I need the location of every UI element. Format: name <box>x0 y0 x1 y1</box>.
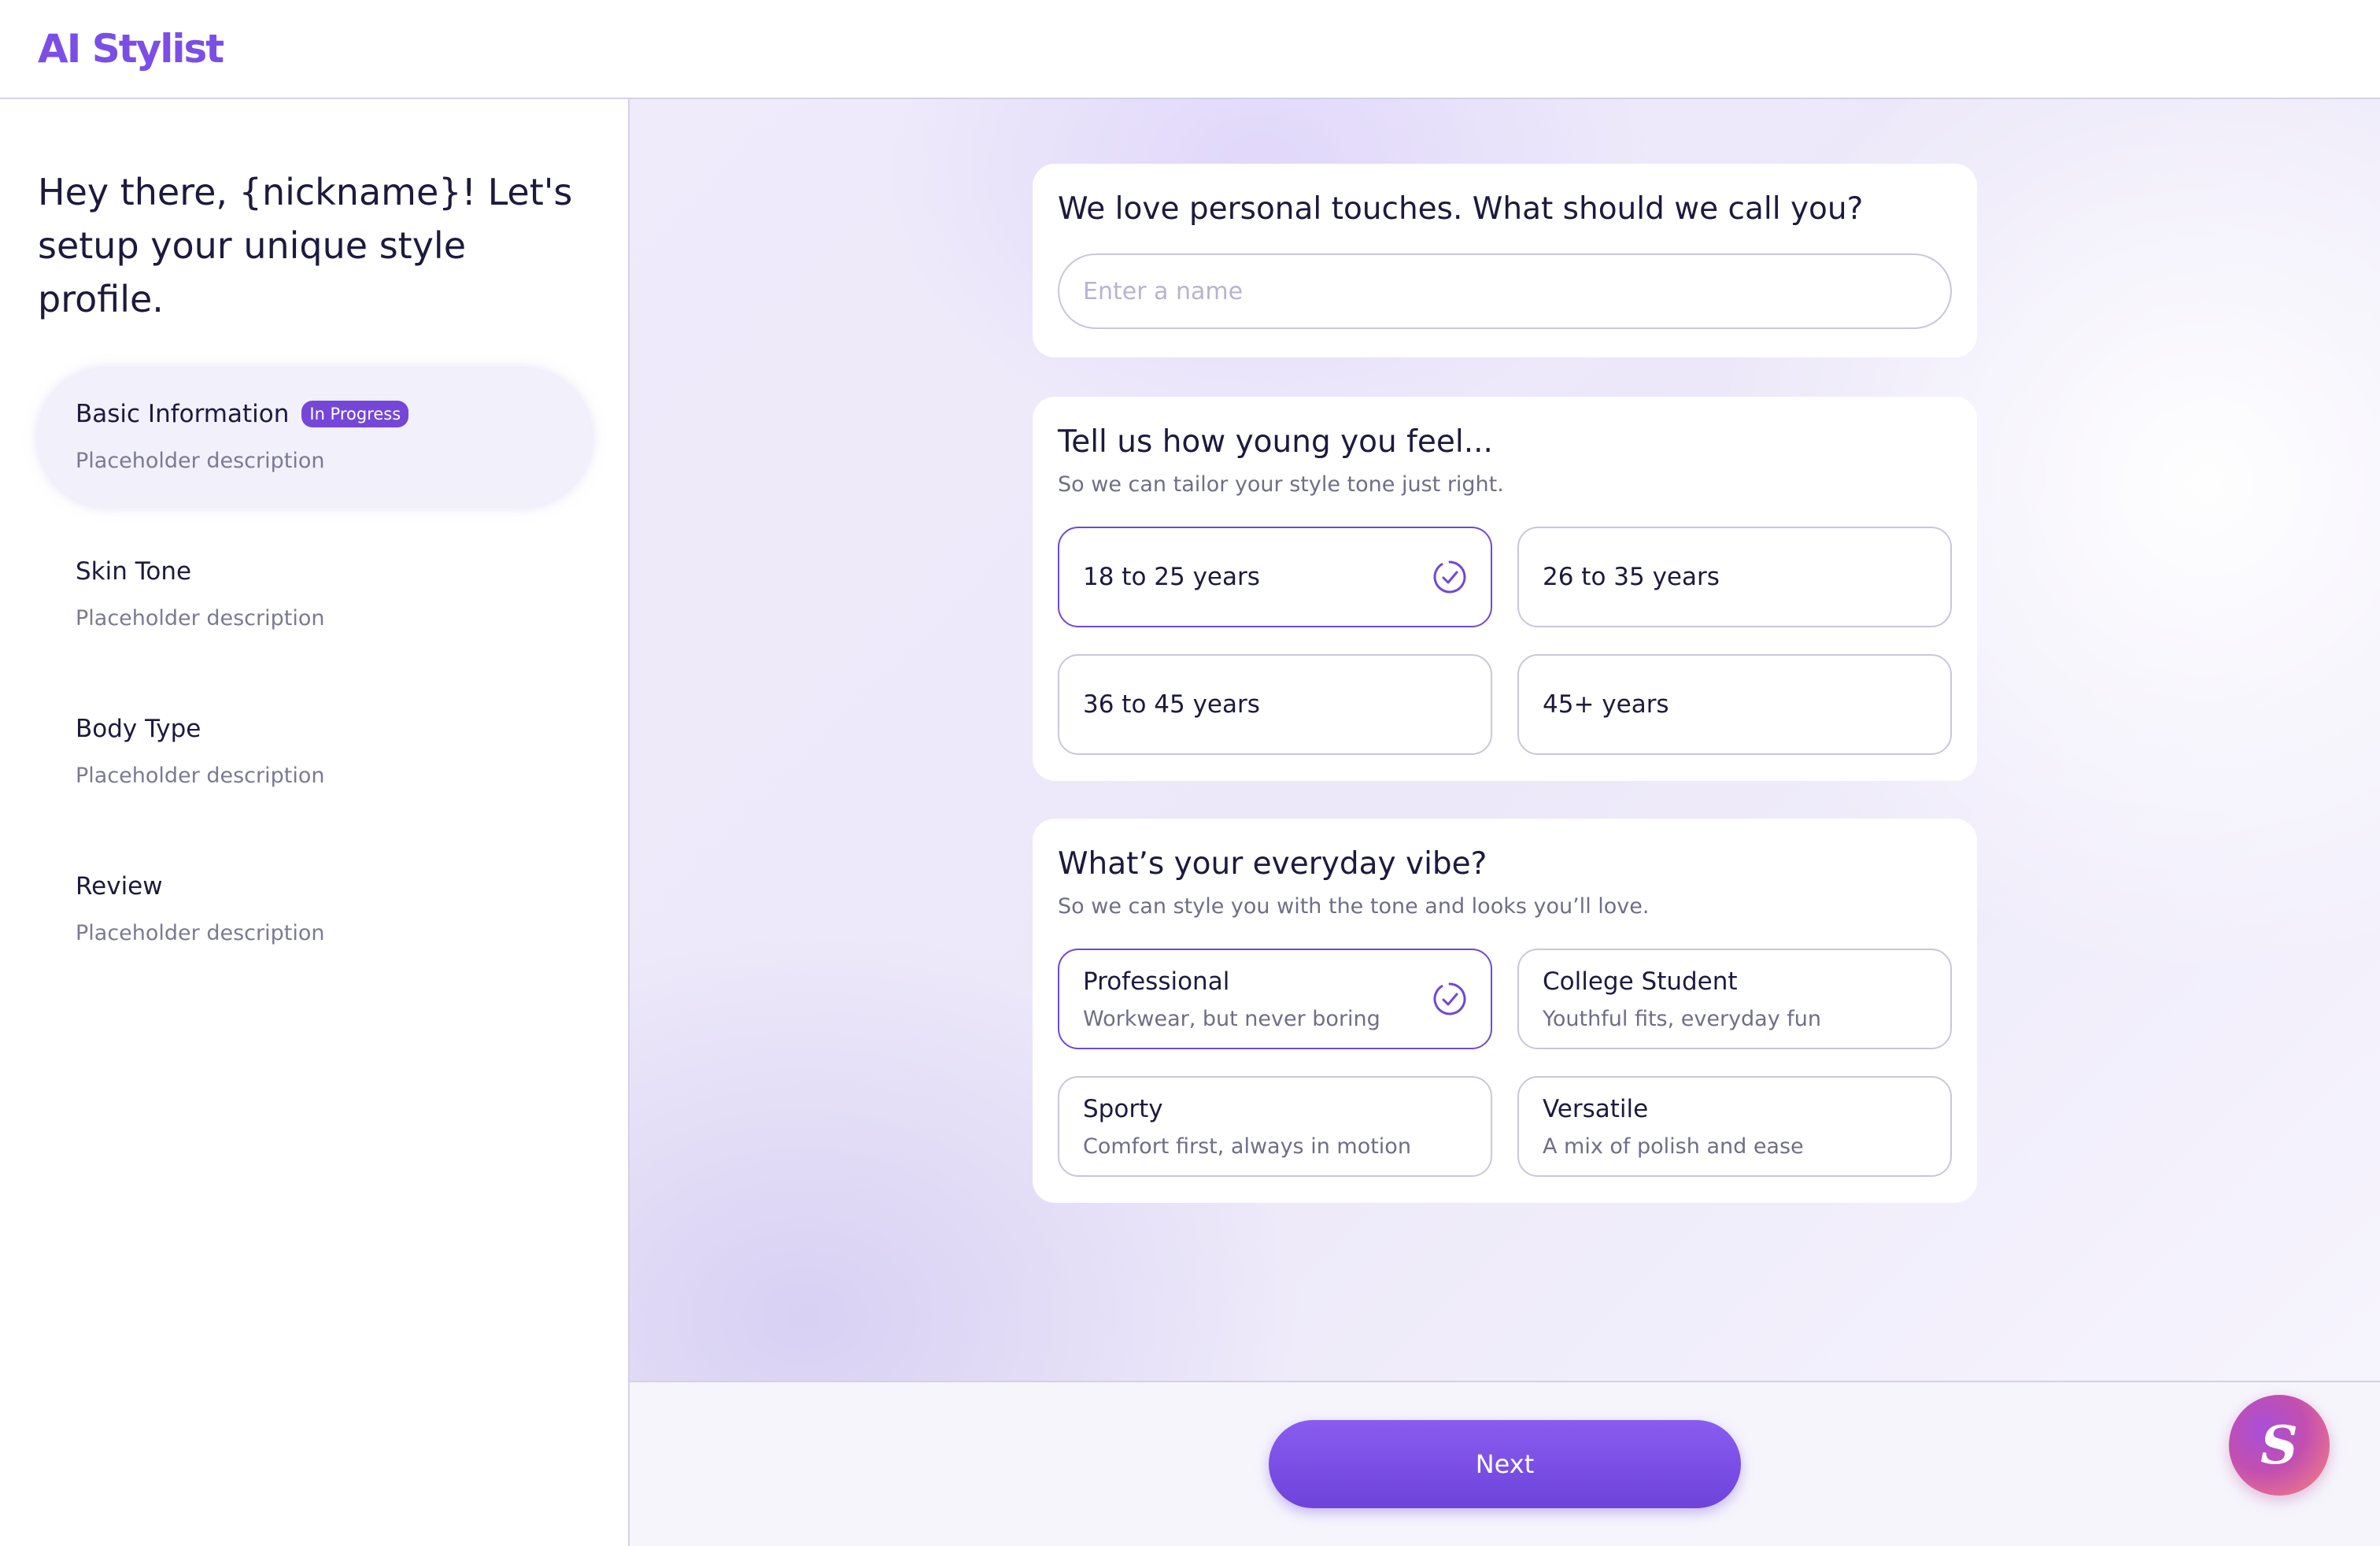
option-label: 18 to 25 years <box>1083 563 1260 591</box>
step-description: Placeholder description <box>76 921 325 945</box>
age-options: 18 to 25 years 26 to 35 years 36 to 45 y… <box>1058 527 1952 755</box>
name-input[interactable] <box>1058 253 1952 329</box>
assistant-icon[interactable]: S <box>2229 1395 2330 1496</box>
status-badge: In Progress <box>301 401 409 427</box>
step-review[interactable]: Review Placeholder description <box>38 841 592 979</box>
step-title-row: Review <box>76 872 592 901</box>
age-option-18-25[interactable]: 18 to 25 years <box>1058 527 1492 627</box>
vibe-options: Professional Workwear, but never boring … <box>1058 949 1952 1177</box>
option-label: 26 to 35 years <box>1543 563 1720 591</box>
vibe-option-versatile[interactable]: Versatile A mix of polish and ease <box>1517 1076 1952 1177</box>
vibe-option-sporty[interactable]: Sporty Comfort first, always in motion <box>1058 1076 1492 1177</box>
step-body-type[interactable]: Body Type Placeholder description <box>38 683 592 822</box>
sidebar: Hey there, {nickname}! Let's setup your … <box>0 99 630 1546</box>
option-label: College Student <box>1543 967 1738 996</box>
footer-bar: Next S <box>630 1382 2380 1546</box>
option-description: A mix of polish and ease <box>1543 1134 1804 1159</box>
vibe-card: What’s your everyday vibe? So we can sty… <box>1033 819 1977 1203</box>
next-button[interactable]: Next <box>1269 1420 1741 1508</box>
step-description: Placeholder description <box>76 449 325 473</box>
check-circle-icon <box>1433 560 1466 594</box>
name-card: We love personal touches. What should we… <box>1033 164 1977 357</box>
vibe-option-professional[interactable]: Professional Workwear, but never boring <box>1058 949 1492 1049</box>
age-question: Tell us how young you feel... <box>1058 424 1493 460</box>
step-title-row: Basic Information In Progress <box>76 400 592 428</box>
step-title-row: Skin Tone <box>76 557 592 586</box>
option-description: Youthful fits, everyday fun <box>1543 1006 1822 1031</box>
vibe-option-college-student[interactable]: College Student Youthful fits, everyday … <box>1517 949 1952 1049</box>
main-content: We love personal touches. What should we… <box>630 99 2380 1382</box>
vibe-question: What’s your everyday vibe? <box>1058 846 1488 882</box>
age-option-26-35[interactable]: 26 to 35 years <box>1517 527 1952 627</box>
step-skin-tone[interactable]: Skin Tone Placeholder description <box>38 526 592 664</box>
step-description: Placeholder description <box>76 764 325 788</box>
step-title: Review <box>76 872 163 901</box>
option-description: Workwear, but never boring <box>1083 1006 1380 1031</box>
greeting-heading: Hey there, {nickname}! Let's setup your … <box>38 171 573 320</box>
step-title-row: Body Type <box>76 715 592 743</box>
top-bar: AI Stylist <box>0 0 2380 99</box>
option-label: 45+ years <box>1543 690 1669 719</box>
vibe-subtitle: So we can style you with the tone and lo… <box>1058 894 1650 919</box>
step-description: Placeholder description <box>76 606 325 631</box>
step-title: Body Type <box>76 715 201 743</box>
option-label: Versatile <box>1543 1094 1649 1123</box>
app-logo[interactable]: AI Stylist <box>38 26 224 72</box>
option-label: Professional <box>1083 967 1230 996</box>
check-circle-icon <box>1433 982 1466 1015</box>
step-title: Skin Tone <box>76 557 192 586</box>
step-list: Basic Information In Progress Placeholde… <box>38 368 592 979</box>
step-basic-information[interactable]: Basic Information In Progress Placeholde… <box>38 368 592 507</box>
option-label: Sporty <box>1083 1094 1163 1123</box>
age-option-45-plus[interactable]: 45+ years <box>1517 654 1952 755</box>
option-label: 36 to 45 years <box>1083 690 1260 719</box>
age-subtitle: So we can tailor your style tone just ri… <box>1058 472 1504 497</box>
step-title: Basic Information <box>76 400 290 428</box>
age-option-36-45[interactable]: 36 to 45 years <box>1058 654 1492 755</box>
option-description: Comfort first, always in motion <box>1083 1134 1411 1159</box>
age-card: Tell us how young you feel... So we can … <box>1033 397 1977 781</box>
name-question: We love personal touches. What should we… <box>1058 191 1864 227</box>
